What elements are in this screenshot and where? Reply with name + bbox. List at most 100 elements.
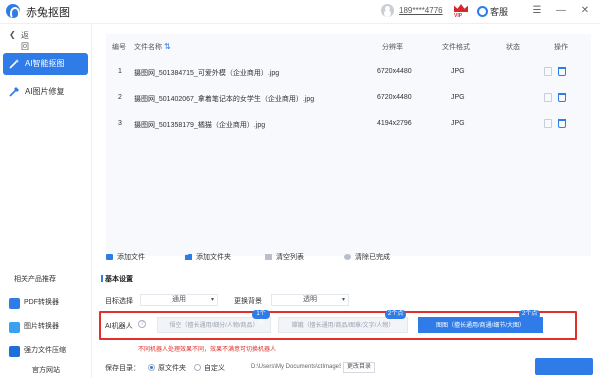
clear-done-button[interactable]: 清除已完成 bbox=[344, 252, 390, 262]
delete-icon[interactable] bbox=[558, 67, 566, 76]
target-select[interactable]: 通用 ▾ bbox=[140, 294, 218, 306]
row-format: JPG bbox=[451, 94, 465, 101]
crown-icon bbox=[454, 4, 468, 12]
add-file-label: 添加文件 bbox=[117, 254, 145, 261]
customer-service-label[interactable]: 客服 bbox=[490, 5, 508, 18]
file-table: 编号 文件名称 ⇅ 分辨率 文件格式 状态 操作 1 摄图网_501384715_… bbox=[106, 34, 591, 256]
header-name[interactable]: 文件名称 ⇅ bbox=[134, 42, 171, 52]
clear-list-button[interactable]: 清空列表 bbox=[265, 252, 304, 262]
product-label: 强力文件压缩 bbox=[24, 347, 66, 354]
robot-hint: 不同机器人处理效果不同，效果不满意可切换机器人 bbox=[138, 347, 277, 353]
robot-option-change[interactable]: 嫦娥（擅长通用/商品/图章/文字/人物） 2个点 bbox=[278, 310, 408, 333]
row-name: 摄图网_501402067_拿着笔记本的女学生（企业商用）.jpg bbox=[134, 96, 315, 103]
header-index: 编号 bbox=[112, 44, 126, 51]
row-index: 2 bbox=[118, 94, 122, 101]
sidebar-item-label: AI智能抠图 bbox=[25, 59, 65, 68]
vip-label: VIP bbox=[454, 13, 463, 19]
product-image-converter[interactable]: 图片转换器 bbox=[9, 320, 89, 334]
table-row[interactable]: 2 摄图网_501402067_拿着笔记本的女学生（企业商用）.jpg 6720… bbox=[106, 85, 591, 111]
robot-option-label: 嫦娥（擅长通用/商品/图章/文字/人物） bbox=[291, 323, 395, 329]
cost-badge: 1个点 bbox=[252, 310, 270, 326]
chevron-down-icon: ▾ bbox=[210, 297, 214, 303]
customer-service-icon[interactable] bbox=[477, 6, 488, 17]
delete-icon[interactable] bbox=[558, 119, 566, 128]
save-custom-radio[interactable] bbox=[194, 364, 201, 371]
product-label: 图片转换器 bbox=[24, 323, 59, 330]
save-custom-label[interactable]: 自定义 bbox=[204, 363, 225, 373]
row-index: 1 bbox=[118, 68, 122, 75]
file-toolbar: 添加文件 添加文件夹 清空列表 清除已完成 bbox=[93, 252, 600, 266]
chevron-down-icon: ▾ bbox=[341, 297, 345, 303]
row-resolution: 6720x4480 bbox=[377, 68, 412, 75]
background-label: 更换背景 bbox=[234, 298, 262, 305]
save-original-label[interactable]: 原文件夹 bbox=[158, 363, 186, 373]
close-icon[interactable]: ✕ bbox=[577, 3, 593, 19]
sidebar-item-label: AI图片修复 bbox=[25, 87, 65, 96]
minimize-icon[interactable]: — bbox=[553, 3, 569, 19]
clear-list-icon bbox=[265, 254, 272, 260]
chevron-left-icon: ❮ bbox=[9, 30, 16, 39]
start-button[interactable] bbox=[535, 358, 593, 375]
title-bar: 赤兔抠图 189****4776 VIP 客服 ☰ — ✕ bbox=[0, 0, 600, 24]
robot-option-label: 图图（擅长通用/商通/细节/大图） bbox=[435, 323, 525, 329]
folder-icon bbox=[185, 254, 192, 260]
product-pdf-converter[interactable]: PDF转换器 bbox=[9, 296, 89, 310]
main-panel: 编号 文件名称 ⇅ 分辨率 文件格式 状态 操作 1 摄图网_501384715_… bbox=[93, 24, 600, 378]
row-format: JPG bbox=[451, 68, 465, 75]
add-folder-label: 添加文件夹 bbox=[196, 254, 231, 261]
sidebar-item-ai-repair[interactable]: AI图片修复 bbox=[3, 81, 88, 103]
delete-icon[interactable] bbox=[558, 93, 566, 102]
cost-badge: 2个点 bbox=[519, 310, 541, 319]
row-format: JPG bbox=[451, 120, 465, 127]
add-file-button[interactable]: 添加文件 bbox=[106, 252, 145, 262]
product-file-compressor[interactable]: 强力文件压缩 bbox=[9, 344, 89, 358]
background-select[interactable]: 透明 ▾ bbox=[271, 294, 349, 306]
add-folder-button[interactable]: 添加文件夹 bbox=[185, 252, 231, 262]
row-resolution: 4194x2796 bbox=[377, 120, 412, 127]
table-row[interactable]: 3 摄图网_501358179_橘猫（企业商用）.jpg 4194x2796 J… bbox=[106, 111, 591, 137]
save-original-radio[interactable] bbox=[148, 364, 155, 371]
ai-robot-selector: AI机器人 ? 悟空（擅长通用/细分/人物/商品） 1个点 嫦娥（擅长通用/商品… bbox=[99, 310, 577, 340]
clear-done-label: 清除已完成 bbox=[355, 254, 390, 261]
related-products-title: 相关产品推荐 bbox=[14, 276, 56, 283]
add-file-icon bbox=[106, 254, 113, 260]
header-name-label: 文件名称 bbox=[134, 44, 162, 51]
sidebar: ❮ 返回 AI智能抠图 AI图片修复 相关产品推荐 PDF转换器 图片转换器 强… bbox=[0, 24, 92, 378]
row-name: 摄图网_501358179_橘猫（企业商用）.jpg bbox=[134, 122, 266, 129]
robot-option-tutu[interactable]: 图图（擅长通用/商通/细节/大图） 2个点 bbox=[418, 310, 543, 333]
ai-robot-label: AI机器人 bbox=[105, 323, 133, 330]
sidebar-item-ai-cutout[interactable]: AI智能抠图 bbox=[3, 53, 88, 75]
user-avatar-icon[interactable] bbox=[381, 4, 394, 17]
robot-option-wukong[interactable]: 悟空（擅长通用/细分/人物/商品） 1个点 bbox=[157, 310, 271, 333]
table-row[interactable]: 1 摄图网_501384715_可爱外模（企业商用）.jpg 6720x4480… bbox=[106, 59, 591, 85]
settings-title: 基本设置 bbox=[101, 275, 133, 283]
help-icon[interactable]: ? bbox=[138, 320, 146, 328]
app-logo-icon bbox=[6, 4, 20, 19]
copy-icon[interactable] bbox=[544, 93, 552, 102]
pdf-icon bbox=[9, 298, 20, 309]
settings-menu-icon[interactable]: ☰ bbox=[529, 3, 545, 19]
image-icon bbox=[9, 322, 20, 333]
copy-icon[interactable] bbox=[544, 119, 552, 128]
save-directory-label: 保存目录： bbox=[105, 365, 140, 372]
clear-list-label: 清空列表 bbox=[276, 254, 304, 261]
header-status: 状态 bbox=[506, 44, 520, 51]
header-resolution: 分辨率 bbox=[382, 44, 403, 51]
target-select-value: 通用 bbox=[172, 296, 186, 303]
magic-wand-icon bbox=[9, 59, 20, 69]
save-path-field[interactable]: D:\Users\My Documents\ctImageS bbox=[251, 362, 341, 373]
cost-badge: 2个点 bbox=[385, 310, 407, 319]
header-format: 文件格式 bbox=[442, 44, 470, 51]
user-phone-link[interactable]: 189****4776 bbox=[399, 6, 443, 15]
row-name: 摄图网_501384715_可爱外模（企业商用）.jpg bbox=[134, 70, 280, 77]
header-action: 操作 bbox=[554, 44, 568, 51]
change-directory-button[interactable]: 更改目录 bbox=[343, 362, 375, 373]
app-title: 赤兔抠图 bbox=[26, 7, 70, 19]
copy-icon[interactable] bbox=[544, 67, 552, 76]
clear-done-icon bbox=[344, 254, 351, 260]
official-site-link[interactable]: 官方网站 bbox=[32, 365, 60, 375]
row-index: 3 bbox=[118, 120, 122, 127]
row-resolution: 6720x4480 bbox=[377, 94, 412, 101]
sort-icon[interactable]: ⇅ bbox=[164, 42, 171, 51]
vip-badge[interactable]: VIP bbox=[452, 4, 470, 20]
